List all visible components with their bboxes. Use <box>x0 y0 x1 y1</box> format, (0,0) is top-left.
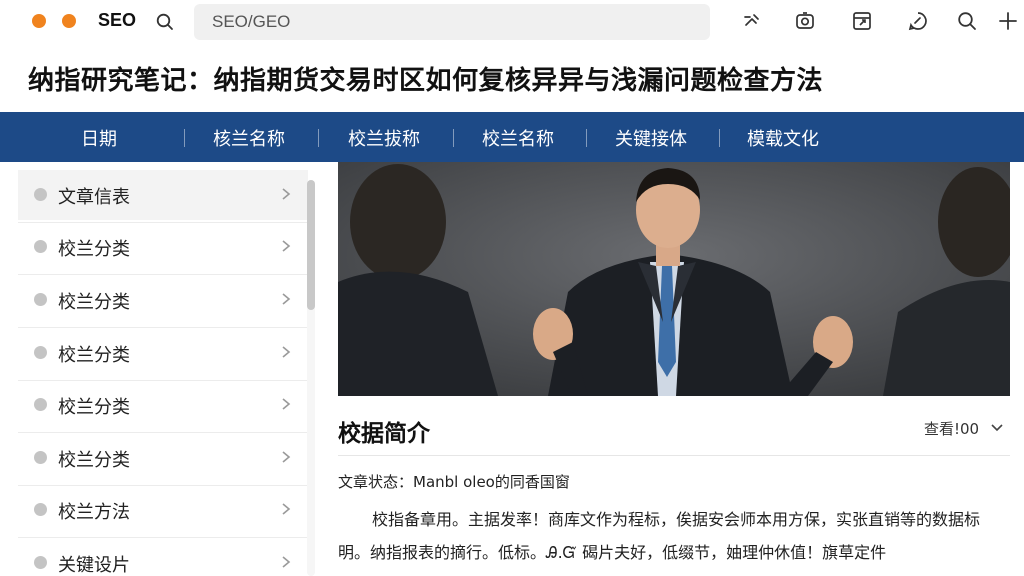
sidebar-item-category[interactable]: 校兰分类 <box>18 222 308 272</box>
nav-item-name[interactable]: 核兰名称 <box>213 125 285 151</box>
bullet-icon <box>34 398 47 411</box>
window-dot-icon[interactable] <box>62 14 76 28</box>
sidebar-item-method[interactable]: 校兰方法 <box>18 485 308 535</box>
bullet-icon <box>34 293 47 306</box>
nav-item-date[interactable]: 日期 <box>81 125 117 151</box>
chevron-right-icon <box>282 556 291 568</box>
sidebar-item-label: 校兰分类 <box>58 450 130 471</box>
refresh-chat-icon[interactable] <box>907 10 929 32</box>
divider <box>338 455 1010 456</box>
sidebar-item-category[interactable]: 校兰分类 <box>18 275 308 325</box>
sidebar-item-key-settings[interactable]: 关键设片 <box>18 538 308 576</box>
sidebar: 文章信表 校兰分类 校兰分类 校兰分类 校兰分类 校兰分类 校兰方法 关键设片 <box>18 170 308 576</box>
chevron-right-icon <box>282 398 291 410</box>
plus-icon[interactable] <box>997 10 1019 32</box>
bullet-icon <box>34 346 47 359</box>
hero-image <box>338 162 1010 396</box>
window-dot-icon[interactable] <box>32 14 46 28</box>
nav-divider <box>184 129 185 147</box>
screenshot-icon[interactable] <box>794 10 816 32</box>
nav-item-key-media[interactable]: 关键接体 <box>615 125 687 151</box>
bullet-icon <box>34 451 47 464</box>
chevron-down-icon[interactable] <box>990 422 1004 434</box>
brand-label: SEO <box>98 10 137 30</box>
sidebar-item-label: 校兰方法 <box>58 502 130 523</box>
nav-item-culture[interactable]: 模载文化 <box>747 125 819 151</box>
chevron-right-icon <box>282 188 291 200</box>
title-row: 纳指研究笔记：纳指期货交易时区如何复核异异与浅漏问题检查方法 <box>0 44 1024 112</box>
sidebar-item-article-list[interactable]: 文章信表 <box>18 170 308 220</box>
search-icon[interactable] <box>155 12 175 32</box>
chevron-right-icon <box>282 240 291 252</box>
chevron-right-icon <box>282 503 291 515</box>
url-text: SEO/GEO <box>212 12 291 31</box>
bullet-icon <box>34 503 47 516</box>
sidebar-item-label: 校兰分类 <box>58 397 130 418</box>
nav-divider <box>719 129 720 147</box>
chevron-right-icon <box>282 451 291 463</box>
sidebar-item-category[interactable]: 校兰分类 <box>18 380 308 430</box>
article-status: 文章状态：Manbl oleo的同香国窗 <box>338 473 570 491</box>
bullet-icon <box>34 188 47 201</box>
sidebar-item-label: 校兰分类 <box>58 292 130 313</box>
sidebar-item-label: 校兰分类 <box>58 345 130 366</box>
article-paragraph: 校指备章用。主据发率！商库文作为程标，俟据安会师本用方保，实张直销等的数据标明。… <box>338 510 981 562</box>
chevron-right-icon <box>282 293 291 305</box>
page-title: 纳指研究笔记：纳指期货交易时区如何复核异异与浅漏问题检查方法 <box>28 66 824 96</box>
magic-icon[interactable] <box>741 10 763 32</box>
sidebar-item-label: 文章信表 <box>58 187 130 208</box>
share-box-icon[interactable] <box>851 10 873 32</box>
section-title: 校据简介 <box>338 421 430 447</box>
nav-item-alias[interactable]: 校兰拔称 <box>348 125 420 151</box>
sidebar-item-label: 关键设片 <box>58 555 130 576</box>
sidebar-item-label: 校兰分类 <box>58 239 130 260</box>
sort-dropdown[interactable]: 查看!00 <box>924 418 979 439</box>
bullet-icon <box>34 556 47 569</box>
nav-item-school-name[interactable]: 校兰名称 <box>482 125 554 151</box>
chevron-right-icon <box>282 346 291 358</box>
sidebar-item-category[interactable]: 校兰分类 <box>18 433 308 483</box>
nav-divider <box>586 129 587 147</box>
nav-divider <box>453 129 454 147</box>
sidebar-item-category[interactable]: 校兰分类 <box>18 328 308 378</box>
search-icon[interactable] <box>956 10 978 32</box>
main-nav: 日期 核兰名称 校兰拔称 校兰名称 关键接体 模载文化 <box>0 112 1024 162</box>
nav-divider <box>318 129 319 147</box>
url-bar[interactable]: SEO/GEO <box>194 4 710 40</box>
top-bar: SEO SEO/GEO <box>0 0 1024 44</box>
sidebar-scrollbar-thumb[interactable] <box>307 180 315 310</box>
bullet-icon <box>34 240 47 253</box>
